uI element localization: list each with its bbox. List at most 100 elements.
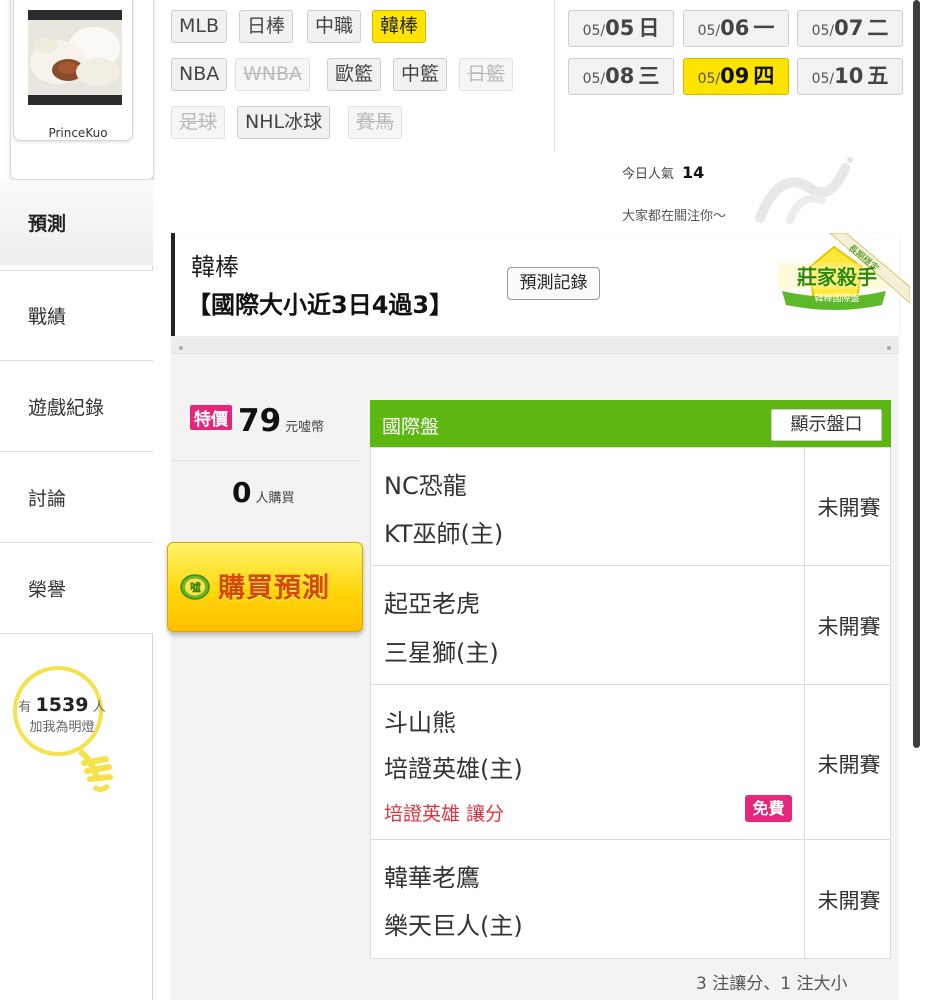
home-team: KT巫師(主) xyxy=(384,520,504,548)
decorative-swirl-icon xyxy=(755,157,853,224)
nav-item-record[interactable]: 戰績 xyxy=(0,270,153,361)
league-tag-horse-racing: 賽馬 xyxy=(348,106,403,139)
fans-count: 1539 xyxy=(35,694,89,716)
prediction-pick: 培證英雄 讓分 xyxy=(384,803,505,825)
prediction-header: 韓棒 【國際大小近3日4過3】 預測記錄 莊家殺手 韓棒國際盤 長期穩定 xyxy=(171,233,910,336)
prediction-record-button[interactable]: 預測記錄 xyxy=(507,267,600,300)
game-status: 未開賽 xyxy=(817,615,881,639)
table-header: 國際盤 顯示盤口 xyxy=(370,400,891,448)
popularity-value: 14 xyxy=(682,163,705,182)
divider xyxy=(171,460,361,461)
away-team: 韓華老鷹 xyxy=(384,864,480,892)
nav-label: 預測 xyxy=(28,213,67,235)
date-weekday: 三 xyxy=(638,64,660,88)
game-status: 未開賽 xyxy=(817,753,881,777)
nav-item-honor[interactable]: 榮譽 xyxy=(0,543,153,634)
sale-badge: 特價 xyxy=(190,405,232,430)
league-tag-euro-basketball[interactable]: 歐籃 xyxy=(327,58,382,91)
fans-unit: 人 xyxy=(92,700,106,715)
league-tag-japan-basketball: 日籃 xyxy=(459,58,514,91)
nav-label: 討論 xyxy=(28,487,67,510)
date-button[interactable]: 05/10 五 xyxy=(797,58,903,95)
nav-item-game-history[interactable]: 遊戲紀錄 xyxy=(0,361,153,452)
game-status: 未開賽 xyxy=(817,889,881,913)
buyers-value: 0 xyxy=(232,476,252,509)
league-tag-soccer: 足球 xyxy=(171,106,226,139)
cell-divider xyxy=(804,566,805,684)
table-row: 起亞老虎 三星獅(主) 未開賽 xyxy=(370,565,891,685)
avatar-card[interactable]: PrinceKuo xyxy=(13,0,133,141)
username: PrinceKuo xyxy=(48,126,108,140)
coin-glyph: 噓 xyxy=(190,581,201,594)
cell-divider xyxy=(804,685,805,839)
divider xyxy=(554,0,555,152)
profile-card: PrinceKuo xyxy=(10,0,154,180)
date-month: 05/ xyxy=(697,71,721,87)
league-title: 韓棒 xyxy=(191,253,239,281)
date-weekday: 四 xyxy=(753,64,775,88)
league-tag-mlb[interactable]: MLB xyxy=(171,10,228,43)
date-month: 05/ xyxy=(697,23,721,39)
date-day: 05 xyxy=(605,16,635,40)
cell-divider xyxy=(804,448,805,565)
league-tag-nhl[interactable]: NHL冰球 xyxy=(237,106,331,139)
fans-text: 有 1539 人 加我為明燈 xyxy=(8,695,116,738)
pick-summary: 3 注讓分、1 注大小 xyxy=(696,974,848,994)
show-odds-button[interactable]: 顯示盤口 xyxy=(771,409,882,441)
date-weekday: 一 xyxy=(753,16,775,40)
pin-dot xyxy=(887,346,891,350)
league-tag-china-basketball[interactable]: 中籃 xyxy=(393,58,448,91)
buy-button-label: 購買預測 xyxy=(218,573,330,604)
price-info: 特價 79 元噓幣 xyxy=(190,403,324,439)
league-tag-cpbl[interactable]: 中職 xyxy=(307,10,362,43)
away-team: 斗山熊 xyxy=(384,709,456,737)
buy-prediction-button[interactable]: 噓 購買預測 xyxy=(167,542,363,632)
home-team: 樂天巨人(主) xyxy=(384,912,523,940)
popularity-sub: 大家都在關注你～ xyxy=(622,209,727,224)
league-tag-kbo[interactable]: 韓棒 xyxy=(372,10,427,43)
league-tag-nba[interactable]: NBA xyxy=(171,58,228,91)
nav-item-discussion[interactable]: 討論 xyxy=(0,452,153,543)
table-title: 國際盤 xyxy=(382,416,440,438)
home-team: 三星獅(主) xyxy=(384,639,499,667)
buyers-count: 0 人購買 xyxy=(232,476,295,509)
away-team: 起亞老虎 xyxy=(384,590,480,618)
date-day: 07 xyxy=(834,16,864,40)
date-month: 05/ xyxy=(582,71,606,87)
date-weekday: 五 xyxy=(867,64,889,88)
date-month: 05/ xyxy=(811,71,835,87)
date-month: 05/ xyxy=(582,23,606,39)
table-row: 斗山熊 培證英雄(主) 培證英雄 讓分 免費 未開賽 xyxy=(370,684,891,840)
buyers-label: 人購買 xyxy=(255,491,295,506)
avatar[interactable] xyxy=(28,10,122,105)
league-tag-wnba: WNBA xyxy=(235,58,311,91)
scrollbar[interactable] xyxy=(913,0,920,748)
date-button[interactable]: 05/06 一 xyxy=(683,10,789,47)
badge-subtitle: 韓棒國際盤 xyxy=(814,294,860,304)
nav-label: 遊戲紀錄 xyxy=(28,396,105,419)
league-tag-npb[interactable]: 日棒 xyxy=(239,10,294,43)
date-button[interactable]: 05/08 三 xyxy=(568,58,674,95)
popularity: 今日人氣 14 xyxy=(622,163,704,182)
table-row: NC恐龍 KT巫師(主) 未開賽 xyxy=(370,447,891,566)
cell-divider xyxy=(804,840,805,958)
popularity-label: 今日人氣 xyxy=(622,167,675,182)
table-row: 韓華老鷹 樂天巨人(主) 未開賽 xyxy=(370,839,891,959)
date-button-selected[interactable]: 05/09 四 xyxy=(683,58,789,95)
pin-dot xyxy=(179,346,183,350)
fans-caption: 加我為明燈 xyxy=(29,720,95,735)
date-button[interactable]: 05/07 二 xyxy=(797,10,903,47)
date-month: 05/ xyxy=(811,23,835,39)
sidebar: PrinceKuo 預測 戰績 遊戲紀錄 討論 榮譽 有 1539 人 加我為明… xyxy=(0,0,154,1000)
date-button[interactable]: 05/05 日 xyxy=(568,10,674,47)
date-day: 10 xyxy=(834,64,864,88)
date-day: 09 xyxy=(720,64,750,88)
fans-lightbulb[interactable]: 有 1539 人 加我為明燈 xyxy=(8,665,113,795)
nav-label: 戰績 xyxy=(28,306,67,328)
panel-strip xyxy=(171,338,899,354)
prediction-subtitle: 【國際大小近3日4過3】 xyxy=(187,291,454,319)
nav-item-predict[interactable]: 預測 xyxy=(0,180,153,265)
banker-killer-badge: 莊家殺手 韓棒國際盤 長期穩定 xyxy=(770,233,910,333)
free-badge: 免費 xyxy=(745,795,792,822)
price-currency: 元噓幣 xyxy=(285,420,325,435)
